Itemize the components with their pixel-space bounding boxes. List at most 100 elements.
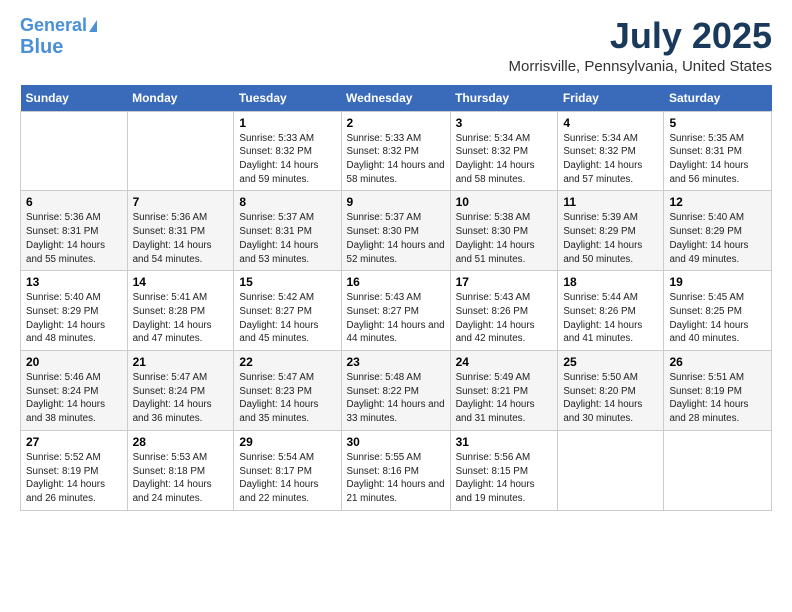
day-number: 14 — [133, 275, 229, 289]
day-number: 4 — [563, 116, 658, 130]
calendar-cell: 24 Sunrise: 5:49 AM Sunset: 8:21 PM Dayli… — [450, 351, 558, 431]
logo-triangle-icon — [89, 20, 97, 32]
calendar-cell: 30 Sunrise: 5:55 AM Sunset: 8:16 PM Dayli… — [341, 430, 450, 510]
calendar-week-row: 1 Sunrise: 5:33 AM Sunset: 8:32 PM Daylig… — [21, 111, 772, 191]
day-number: 16 — [347, 275, 445, 289]
day-info: Sunrise: 5:52 AM Sunset: 8:19 PM Dayligh… — [26, 451, 122, 506]
calendar-cell: 1 Sunrise: 5:33 AM Sunset: 8:32 PM Daylig… — [234, 111, 341, 191]
day-info: Sunrise: 5:33 AM Sunset: 8:32 PM Dayligh… — [239, 132, 335, 187]
day-info: Sunrise: 5:45 AM Sunset: 8:25 PM Dayligh… — [669, 291, 766, 346]
day-info: Sunrise: 5:47 AM Sunset: 8:24 PM Dayligh… — [133, 371, 229, 426]
calendar-cell: 9 Sunrise: 5:37 AM Sunset: 8:30 PM Daylig… — [341, 191, 450, 271]
calendar-cell: 14Sunrise: 5:41 AM Sunset: 8:28 PM Dayli… — [127, 271, 234, 351]
day-number: 27 — [26, 435, 122, 449]
day-info: Sunrise: 5:51 AM Sunset: 8:19 PM Dayligh… — [669, 371, 766, 426]
logo-blue: Blue — [20, 36, 63, 58]
calendar-table: SundayMondayTuesdayWednesdayThursdayFrid… — [20, 85, 772, 511]
day-info: Sunrise: 5:34 AM Sunset: 8:32 PM Dayligh… — [563, 132, 658, 187]
day-number: 2 — [347, 116, 445, 130]
calendar-cell: 21 Sunrise: 5:47 AM Sunset: 8:24 PM Dayli… — [127, 351, 234, 431]
day-info: Sunrise: 5:39 AM Sunset: 8:29 PM Dayligh… — [563, 211, 658, 266]
calendar-week-row: 13 Sunrise: 5:40 AM Sunset: 8:29 PM Dayli… — [21, 271, 772, 351]
day-info: Sunrise: 5:36 AM Sunset: 8:31 PM Dayligh… — [26, 211, 122, 266]
day-number: 21 — [133, 355, 229, 369]
day-info: Sunrise: 5:37 AM Sunset: 8:30 PM Dayligh… — [347, 211, 445, 266]
day-number: 31 — [456, 435, 553, 449]
day-number: 23 — [347, 355, 445, 369]
day-info: Sunrise: 5:50 AM Sunset: 8:20 PM Dayligh… — [563, 371, 658, 426]
logo-general: General — [20, 15, 87, 35]
day-info: Sunrise: 5:56 AM Sunset: 8:15 PM Dayligh… — [456, 451, 553, 506]
calendar-cell: 6 Sunrise: 5:36 AM Sunset: 8:31 PM Daylig… — [21, 191, 128, 271]
day-info: Sunrise: 5:33 AM Sunset: 8:32 PM Dayligh… — [347, 132, 445, 187]
day-number: 1 — [239, 116, 335, 130]
day-number: 11 — [563, 195, 658, 209]
day-info: Sunrise: 5:47 AM Sunset: 8:23 PM Dayligh… — [239, 371, 335, 426]
day-info: Sunrise: 5:49 AM Sunset: 8:21 PM Dayligh… — [456, 371, 553, 426]
day-info: Sunrise: 5:42 AM Sunset: 8:27 PM Dayligh… — [239, 291, 335, 346]
calendar-cell: 18 Sunrise: 5:44 AM Sunset: 8:26 PM Dayli… — [558, 271, 664, 351]
calendar-cell: 22 Sunrise: 5:47 AM Sunset: 8:23 PM Dayli… — [234, 351, 341, 431]
day-number: 19 — [669, 275, 766, 289]
calendar-week-row: 6 Sunrise: 5:36 AM Sunset: 8:31 PM Daylig… — [21, 191, 772, 271]
day-number: 6 — [26, 195, 122, 209]
day-info: Sunrise: 5:55 AM Sunset: 8:16 PM Dayligh… — [347, 451, 445, 506]
calendar-cell: 20 Sunrise: 5:46 AM Sunset: 8:24 PM Dayli… — [21, 351, 128, 431]
day-info: Sunrise: 5:54 AM Sunset: 8:17 PM Dayligh… — [239, 451, 335, 506]
day-number: 29 — [239, 435, 335, 449]
day-number: 8 — [239, 195, 335, 209]
calendar-cell: 15 Sunrise: 5:42 AM Sunset: 8:27 PM Dayli… — [234, 271, 341, 351]
day-number: 24 — [456, 355, 553, 369]
day-info: Sunrise: 5:36 AM Sunset: 8:31 PM Dayligh… — [133, 211, 229, 266]
day-info: Sunrise: 5:44 AM Sunset: 8:26 PM Dayligh… — [563, 291, 658, 346]
day-number: 25 — [563, 355, 658, 369]
calendar-cell: 25 Sunrise: 5:50 AM Sunset: 8:20 PM Dayli… — [558, 351, 664, 431]
day-number: 10 — [456, 195, 553, 209]
calendar-cell — [127, 111, 234, 191]
calendar-cell: 4 Sunrise: 5:34 AM Sunset: 8:32 PM Daylig… — [558, 111, 664, 191]
calendar-cell: 7 Sunrise: 5:36 AM Sunset: 8:31 PM Daylig… — [127, 191, 234, 271]
day-number: 13 — [26, 275, 122, 289]
day-info: Sunrise: 5:34 AM Sunset: 8:32 PM Dayligh… — [456, 132, 553, 187]
day-number: 22 — [239, 355, 335, 369]
calendar-week-row: 27 Sunrise: 5:52 AM Sunset: 8:19 PM Dayli… — [21, 430, 772, 510]
day-number: 12 — [669, 195, 766, 209]
calendar-cell: 16 Sunrise: 5:43 AM Sunset: 8:27 PM Dayli… — [341, 271, 450, 351]
day-number: 15 — [239, 275, 335, 289]
page-header: General Blue July 2025 Morrisville, Penn… — [20, 16, 772, 75]
day-info: Sunrise: 5:53 AM Sunset: 8:18 PM Dayligh… — [133, 451, 229, 506]
day-info: Sunrise: 5:43 AM Sunset: 8:27 PM Dayligh… — [347, 291, 445, 346]
calendar-cell: 2 Sunrise: 5:33 AM Sunset: 8:32 PM Daylig… — [341, 111, 450, 191]
calendar-header-row: SundayMondayTuesdayWednesdayThursdayFrid… — [21, 85, 772, 112]
month-title: July 2025 — [509, 16, 772, 56]
header-friday: Friday — [558, 85, 664, 112]
day-info: Sunrise: 5:38 AM Sunset: 8:30 PM Dayligh… — [456, 211, 553, 266]
calendar-cell: 27 Sunrise: 5:52 AM Sunset: 8:19 PM Dayli… — [21, 430, 128, 510]
day-info: Sunrise: 5:40 AM Sunset: 8:29 PM Dayligh… — [669, 211, 766, 266]
day-info: Sunrise: 5:40 AM Sunset: 8:29 PM Dayligh… — [26, 291, 122, 346]
header-saturday: Saturday — [664, 85, 772, 112]
calendar-cell: 3 Sunrise: 5:34 AM Sunset: 8:32 PM Daylig… — [450, 111, 558, 191]
header-wednesday: Wednesday — [341, 85, 450, 112]
logo: General Blue — [20, 16, 97, 58]
day-info: Sunrise: 5:37 AM Sunset: 8:31 PM Dayligh… — [239, 211, 335, 266]
day-number: 18 — [563, 275, 658, 289]
day-number: 9 — [347, 195, 445, 209]
day-number: 7 — [133, 195, 229, 209]
calendar-cell: 19 Sunrise: 5:45 AM Sunset: 8:25 PM Dayli… — [664, 271, 772, 351]
day-number: 30 — [347, 435, 445, 449]
day-info: Sunrise: 5:46 AM Sunset: 8:24 PM Dayligh… — [26, 371, 122, 426]
header-tuesday: Tuesday — [234, 85, 341, 112]
day-number: 5 — [669, 116, 766, 130]
day-number: 26 — [669, 355, 766, 369]
calendar-cell: 13 Sunrise: 5:40 AM Sunset: 8:29 PM Dayli… — [21, 271, 128, 351]
day-number: 3 — [456, 116, 553, 130]
calendar-cell: 26 Sunrise: 5:51 AM Sunset: 8:19 PM Dayli… — [664, 351, 772, 431]
calendar-cell: 11 Sunrise: 5:39 AM Sunset: 8:29 PM Dayli… — [558, 191, 664, 271]
header-monday: Monday — [127, 85, 234, 112]
day-number: 20 — [26, 355, 122, 369]
calendar-cell — [558, 430, 664, 510]
day-number: 17 — [456, 275, 553, 289]
calendar-cell: 28Sunrise: 5:53 AM Sunset: 8:18 PM Dayli… — [127, 430, 234, 510]
title-block: July 2025 Morrisville, Pennsylvania, Uni… — [509, 16, 772, 75]
